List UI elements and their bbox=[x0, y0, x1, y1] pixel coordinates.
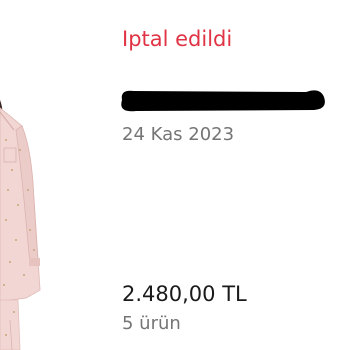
order-status: Iptal edildi bbox=[122, 27, 233, 51]
order-item-count: 5 ürün bbox=[122, 313, 181, 334]
order-card[interactable]: Iptal edildi 24 Kas 2023 2.480,00 TL 5 ü… bbox=[0, 0, 350, 350]
pajama-image bbox=[0, 100, 41, 350]
order-date: 24 Kas 2023 bbox=[122, 124, 235, 145]
order-total-price: 2.480,00 TL bbox=[122, 282, 247, 306]
order-info: Iptal edildi 24 Kas 2023 2.480,00 TL 5 ü… bbox=[121, 0, 350, 350]
redacted-product-name bbox=[121, 90, 325, 112]
product-thumbnail[interactable] bbox=[0, 0, 70, 350]
